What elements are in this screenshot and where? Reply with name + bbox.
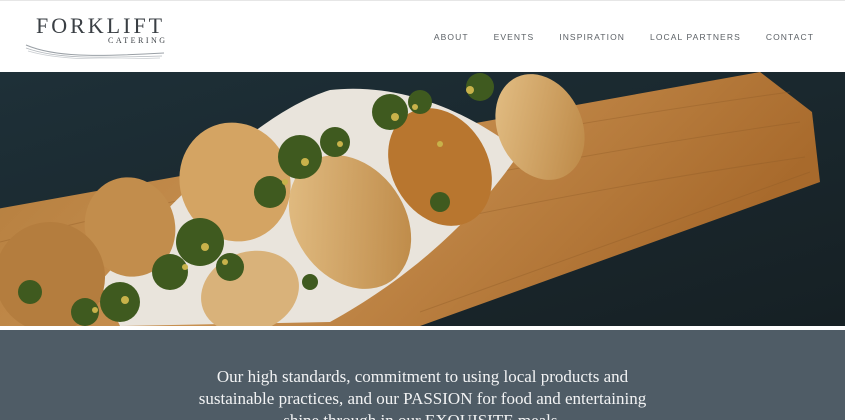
intro-line-2: sustainable practices, and our PASSION f…: [198, 389, 647, 408]
nav-local-partners[interactable]: LOCAL PARTNERS: [650, 32, 741, 42]
grilled-mushrooms-photo-icon: [0, 72, 845, 326]
site-header: FORKLIFT CATERING ABOUT EVENTS INSPIRATI…: [0, 0, 845, 72]
intro-band: Our high standards, commitment to using …: [0, 330, 845, 420]
intro-line-3: shine through in our EXQUISITE meals.: [0, 410, 845, 420]
main-nav: ABOUT EVENTS INSPIRATION LOCAL PARTNERS …: [409, 32, 814, 42]
intro-text: Our high standards, commitment to using …: [0, 366, 845, 420]
intro-line-1: Our high standards, commitment to using …: [216, 367, 629, 386]
logo-swoosh-icon: [25, 44, 165, 59]
nav-events[interactable]: EVENTS: [494, 32, 535, 42]
nav-contact[interactable]: CONTACT: [766, 32, 814, 42]
hero-image: [0, 72, 845, 326]
logo[interactable]: FORKLIFT CATERING: [24, 11, 174, 63]
nav-about[interactable]: ABOUT: [434, 32, 469, 42]
nav-inspiration[interactable]: INSPIRATION: [559, 32, 625, 42]
